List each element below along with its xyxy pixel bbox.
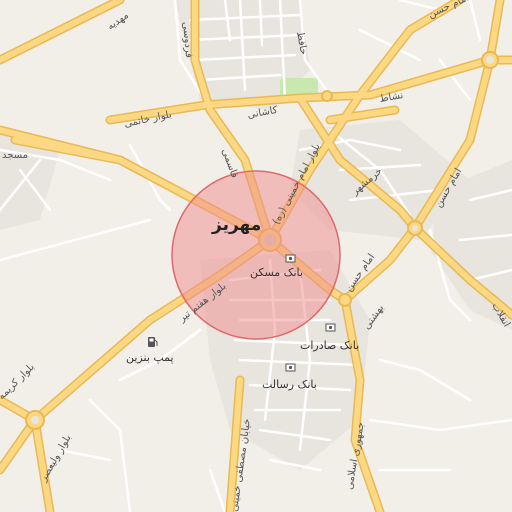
poi-label-bank-maskan: بانک مسکن (250, 266, 303, 279)
map-canvas[interactable]: مهدیه فردوسی حافظ امام حسن نشاط کاشانی ب… (0, 0, 512, 512)
poi-label-bank-saderat: بانک صادرات (300, 339, 359, 352)
road-label-masjed: مسجد (2, 150, 28, 161)
poi-label-bank-resalat: بانک رسالت (262, 378, 317, 391)
bank-icon (325, 323, 336, 332)
bank-icon (285, 363, 296, 372)
bank-icon (285, 254, 296, 263)
map-view[interactable]: مهدیه فردوسی حافظ امام حسن نشاط کاشانی ب… (0, 0, 512, 512)
poi-label-fuel-station: پمپ بنزین (126, 351, 174, 364)
city-label: مهریز (211, 215, 261, 235)
